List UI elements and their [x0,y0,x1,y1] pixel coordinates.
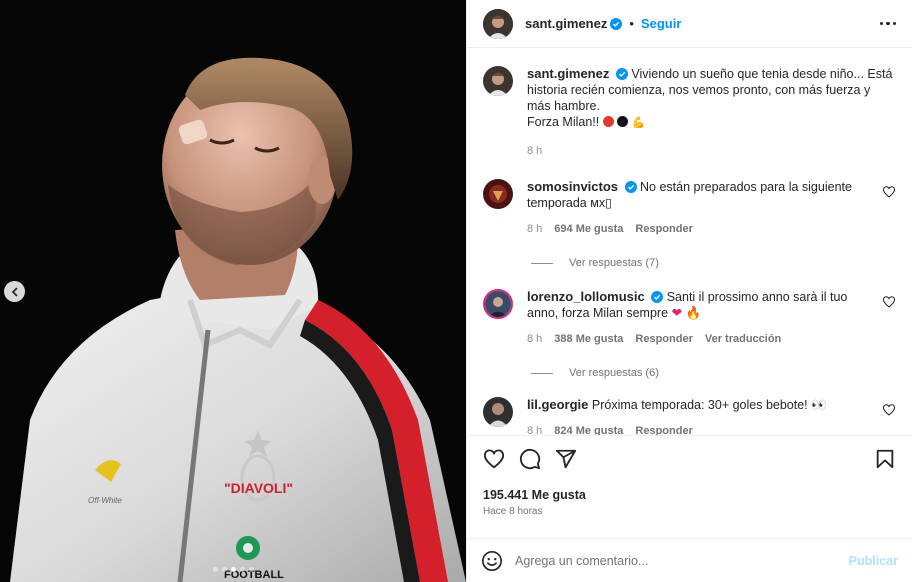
post-sidebar: sant.gimenez • Seguir sant.gimenez Vivie… [466,0,912,582]
bookmark-icon[interactable] [874,448,896,470]
avatar-image [483,179,513,209]
commenter-avatar[interactable] [483,179,513,209]
dot-icon [879,21,883,26]
svg-text:Off-White: Off-White [88,496,122,505]
posted-time[interactable]: Hace 8 horas [483,506,896,517]
comments-list[interactable]: sant.gimenez Viviendo un sueño que tenia… [467,48,912,435]
carousel-dot [221,567,227,572]
separator: • [629,16,634,31]
replies-line [531,372,553,374]
caption-username[interactable]: sant.gimenez [527,66,609,81]
comment-likes[interactable]: 694 Me gusta [554,221,623,237]
carousel-dots [0,567,466,572]
share-icon[interactable] [555,448,577,470]
dot-icon [886,21,890,26]
flexed-biceps-emoji: 💪 [631,117,646,129]
comment-username[interactable]: lorenzo_lollomusic [527,289,645,304]
fire-emoji: 🔥 [685,306,702,320]
emoji-icon[interactable] [481,550,503,572]
comment-text: Próxima temporada: 30+ goles bebote! 👀 [591,398,827,412]
avatar-image [483,8,513,39]
dot-icon [892,21,896,26]
jacket-text: "DIAVOLI" [224,480,293,496]
red-heart-emoji: ❤ [671,306,683,320]
player-photo: Off-White "DIAVOLI" FOOTBALL [0,0,466,582]
caption-avatar[interactable] [483,66,513,96]
post-image[interactable]: Off-White "DIAVOLI" FOOTBALL [0,0,466,582]
avatar-image [483,397,513,427]
carousel-dot [212,567,218,572]
reply-button[interactable]: Responder [635,331,692,347]
comment-item: lorenzo_lollomusic Santi il prossimo ann… [483,289,896,347]
comment-time: 8 h [527,425,543,435]
heart-icon[interactable] [483,448,505,470]
previous-image-button[interactable] [4,281,25,302]
post-modal: Off-White "DIAVOLI" FOOTBALL sant.gimene… [0,0,912,582]
comment-item: lil.georgie Próxima temporada: 30+ goles… [483,397,896,435]
verified-icon [624,181,637,193]
like-comment-heart-icon[interactable] [882,403,896,417]
reply-button[interactable]: Responder [635,423,692,435]
verified-icon [615,68,628,80]
view-replies-label: Ver respuestas (7) [569,257,659,269]
post-header: sant.gimenez • Seguir [467,0,912,48]
follow-button[interactable]: Seguir [641,16,681,31]
comment-likes[interactable]: 824 Me gusta [554,423,623,435]
comment-icon[interactable] [519,448,541,470]
likes-count[interactable]: 195.441 Me gusta [483,488,896,502]
post-actions: 195.441 Me gusta Hace 8 horas [467,435,912,527]
replies-line [531,262,553,264]
black-circle-emoji [617,116,629,127]
comment-time: 8 h [527,223,543,235]
carousel-dot [239,567,245,572]
view-replies-button[interactable]: Ver respuestas (7) [531,257,896,269]
commenter-avatar[interactable] [483,397,513,427]
comment-item: somosinvictos No están preparados para l… [483,179,896,237]
verified-icon [651,291,664,303]
carousel-dot [230,567,236,572]
view-replies-button[interactable]: Ver respuestas (6) [531,367,896,379]
author-username[interactable]: sant.gimenez [525,16,607,31]
comment-input[interactable] [515,553,849,568]
like-comment-heart-icon[interactable] [882,295,896,309]
carousel-dot [248,567,254,572]
comment-composer: Publicar [467,538,912,582]
view-replies-label: Ver respuestas (6) [569,367,659,379]
more-options-button[interactable] [879,21,896,26]
caption: sant.gimenez Viviendo un sueño que tenia… [483,66,896,159]
reply-button[interactable]: Responder [635,221,692,237]
translate-button[interactable]: Ver traducción [705,331,781,347]
comment-username[interactable]: lil.georgie [527,397,588,412]
comment-likes[interactable]: 388 Me gusta [554,331,623,347]
comment-time: 8 h [527,333,543,345]
publish-button[interactable]: Publicar [849,554,898,568]
avatar-image [483,66,513,96]
avatar-image [485,291,511,317]
commenter-avatar[interactable] [483,289,513,319]
caption-time: 8 h [527,145,543,157]
verified-icon [610,17,623,30]
red-circle-emoji [602,116,614,127]
chevron-left-icon [11,287,17,296]
caption-line-2: Forza Milan!! [527,115,600,129]
like-comment-heart-icon[interactable] [882,185,896,199]
author-avatar[interactable] [483,8,513,39]
comment-username[interactable]: somosinvictos [527,179,618,194]
